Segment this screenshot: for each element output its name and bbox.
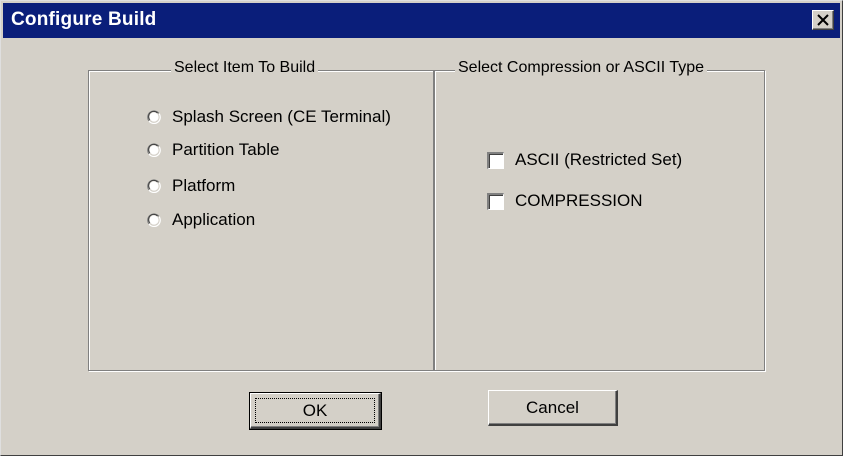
close-icon <box>817 14 829 26</box>
checkbox-ascii[interactable]: ASCII (Restricted Set) <box>487 149 682 171</box>
radio-button-icon[interactable] <box>147 110 161 124</box>
close-button[interactable] <box>812 10 834 30</box>
title-bar[interactable]: Configure Build <box>3 3 840 38</box>
select-type-legend: Select Compression or ASCII Type <box>455 59 708 77</box>
radio-label-splash-screen: Splash Screen (CE Terminal) <box>172 107 391 126</box>
select-type-group: Select Compression or ASCII Type ASCII (… <box>434 59 765 371</box>
checkbox-compression[interactable]: COMPRESSION <box>487 190 643 212</box>
radio-splash-screen[interactable]: Splash Screen (CE Terminal) <box>147 106 391 128</box>
checkbox-label-ascii: ASCII (Restricted Set) <box>515 150 683 169</box>
radio-label-partition-table: Partition Table <box>172 140 280 159</box>
ok-button-label: OK <box>255 398 375 423</box>
select-item-legend: Select Item To Build <box>171 59 319 77</box>
radio-button-icon[interactable] <box>147 143 161 157</box>
checkbox-icon[interactable] <box>487 192 504 210</box>
cancel-button[interactable]: Cancel <box>488 390 618 426</box>
radio-button-icon[interactable] <box>147 179 161 193</box>
radio-label-application: Application <box>172 210 256 229</box>
configure-build-dialog: Configure Build Select Item To Build Spl… <box>0 0 843 456</box>
radio-partition-table[interactable]: Partition Table <box>147 139 279 161</box>
ok-button[interactable]: OK <box>249 392 382 430</box>
radio-application[interactable]: Application <box>147 209 255 231</box>
radio-button-icon[interactable] <box>147 213 161 227</box>
window-title: Configure Build <box>11 9 157 30</box>
checkbox-icon[interactable] <box>487 151 504 169</box>
radio-label-platform: Platform <box>172 176 236 195</box>
radio-platform[interactable]: Platform <box>147 175 235 197</box>
select-item-group: Select Item To Build Splash Screen (CE T… <box>88 59 434 371</box>
checkbox-label-compression: COMPRESSION <box>515 191 643 210</box>
